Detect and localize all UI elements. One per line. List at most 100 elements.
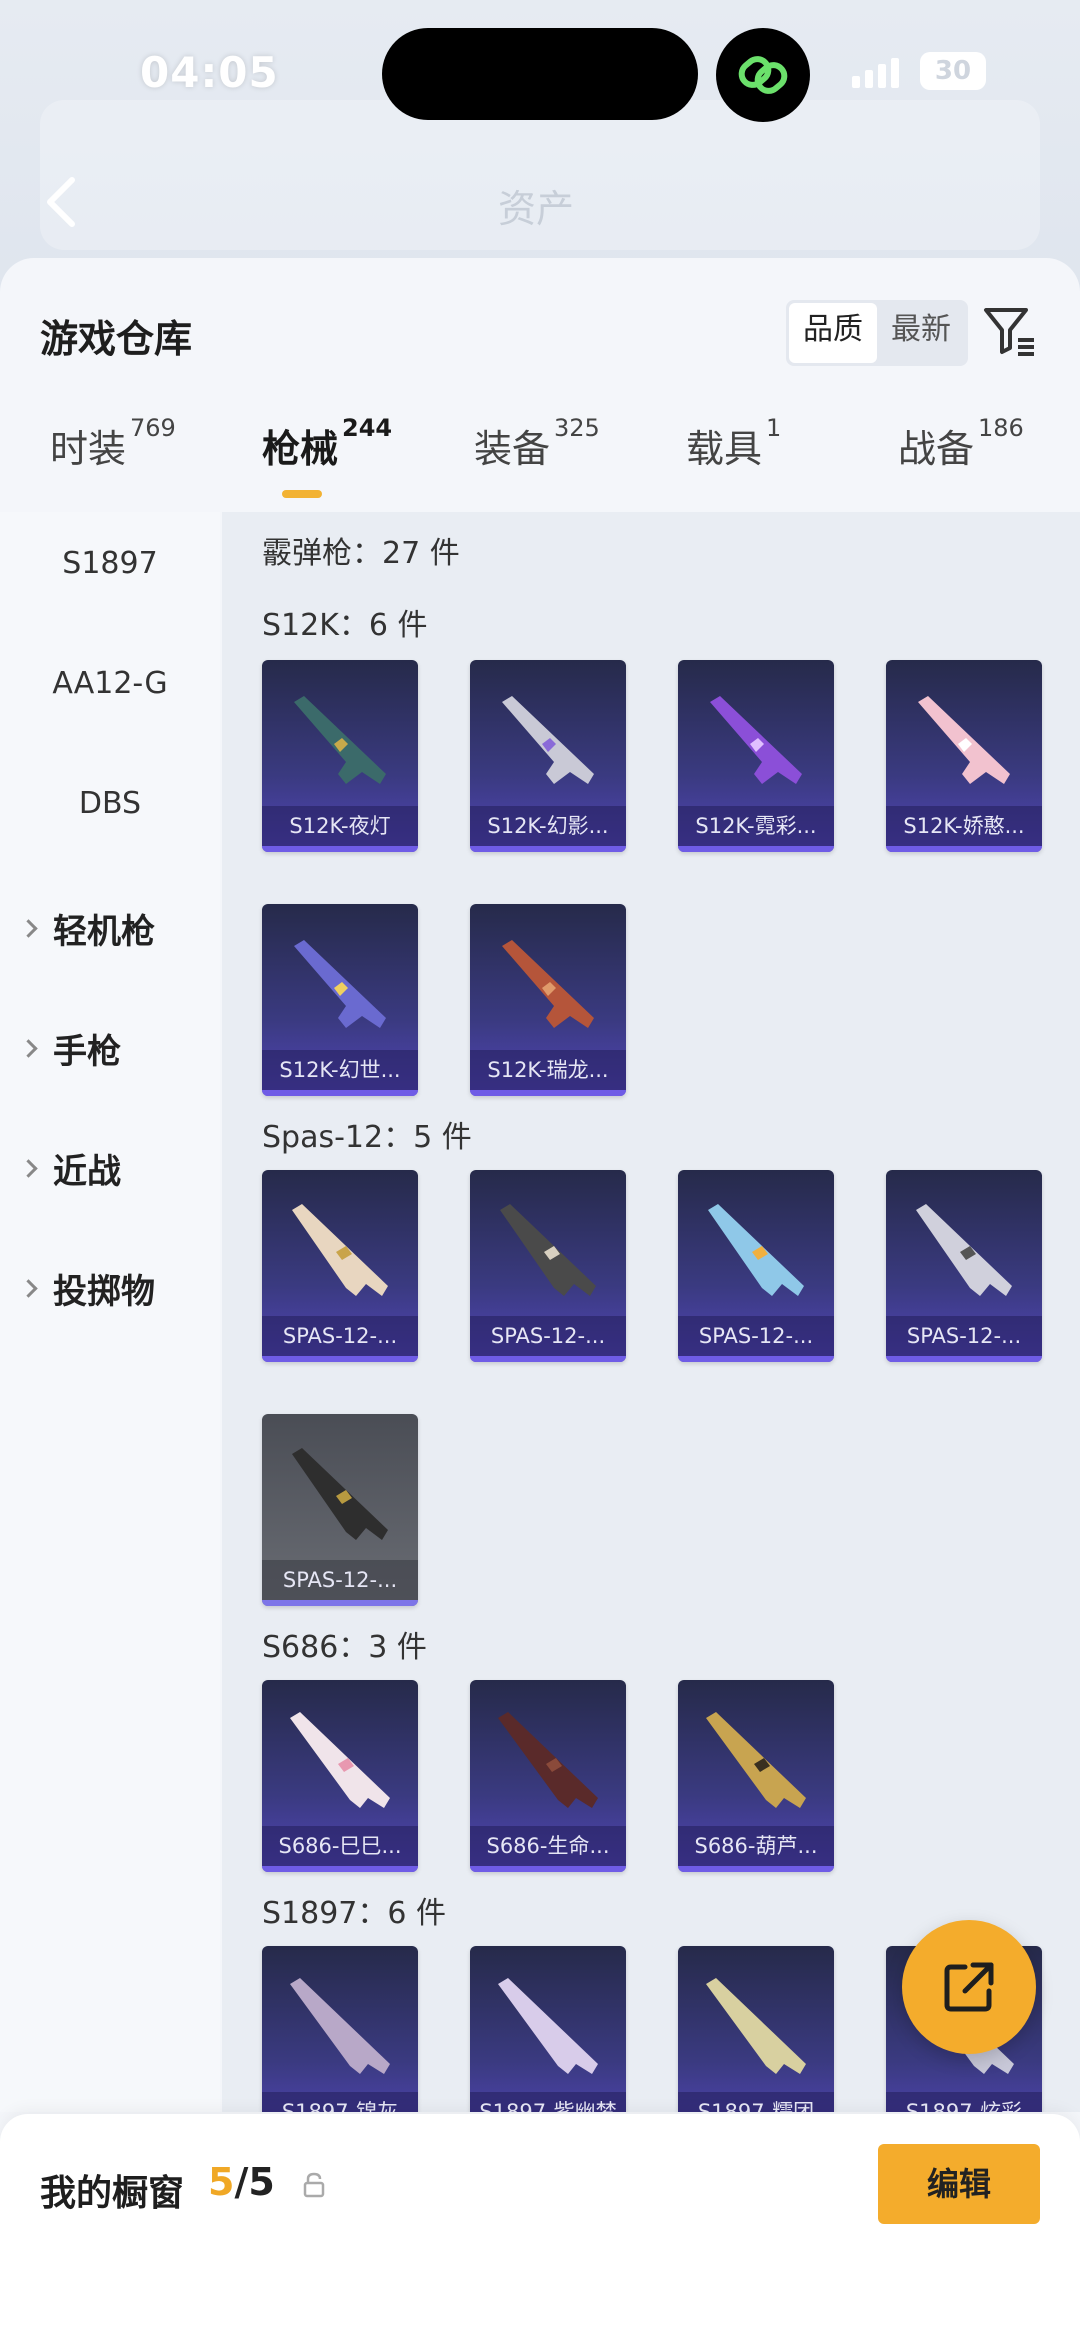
sort-latest-button[interactable]: 最新 <box>877 303 965 363</box>
sheet-title: 游戏仓库 <box>40 317 193 361</box>
group-title: S686：3 件 <box>262 1630 427 1665</box>
active-tab-indicator <box>282 490 322 498</box>
category-header: 霰弹枪：27 件 <box>262 536 460 571</box>
item-card[interactable]: SPAS-12-... <box>262 1170 418 1362</box>
rarity-bar <box>886 846 1042 852</box>
tab-count: 244 <box>342 414 393 442</box>
dynamic-island <box>382 28 698 120</box>
sidebar-item-dbs[interactable]: DBS <box>0 786 220 821</box>
sidebar-item-aa12g[interactable]: AA12-G <box>0 666 220 701</box>
tab-firearms[interactable]: 枪械 244 <box>262 414 392 473</box>
item-label: SPAS-12-... <box>470 1316 626 1356</box>
showcase-label: 我的橱窗 <box>40 2173 185 2214</box>
rarity-bar <box>470 1356 626 1362</box>
rarity-bar <box>262 1356 418 1362</box>
shotgun-skin-icon <box>294 696 386 784</box>
item-card[interactable]: S12K-娇憨... <box>886 660 1042 852</box>
lock-icon <box>303 2172 325 2198</box>
item-label: S1897-炫彩 <box>886 2092 1042 2112</box>
sidebar-category-throwable[interactable]: 投掷物 <box>19 1264 155 1313</box>
edit-button[interactable]: 编辑 <box>878 2144 1040 2224</box>
rarity-bar <box>262 1866 418 1872</box>
item-card[interactable]: S686-葫芦... <box>678 1680 834 1872</box>
shotgun-skin-icon <box>290 1712 390 1808</box>
filter-icon[interactable] <box>980 300 1040 360</box>
group-title: Spas-12：5 件 <box>262 1120 472 1155</box>
sidebar-category-melee[interactable]: 近战 <box>19 1144 121 1193</box>
item-label: S1897-锦灰 <box>262 2092 418 2112</box>
showcase-count-total: /5 <box>234 2160 275 2204</box>
tab-count: 1 <box>766 414 782 442</box>
showcase-count-current: 5 <box>208 2160 235 2204</box>
item-label: SPAS-12-... <box>886 1316 1042 1356</box>
sort-quality-button[interactable]: 品质 <box>789 303 877 363</box>
shotgun-skin-icon <box>708 1204 804 1296</box>
item-card[interactable]: SPAS-12-... <box>470 1170 626 1362</box>
rarity-bar <box>678 1866 834 1872</box>
item-label: S686-葫芦... <box>678 1826 834 1866</box>
item-card[interactable]: S12K-幻世... <box>262 904 418 1096</box>
item-card[interactable]: S1897-紫幽梦 <box>470 1946 626 2112</box>
tab-vehicles[interactable]: 载具 1 <box>686 414 781 473</box>
item-card[interactable]: SPAS-12-... <box>886 1170 1042 1362</box>
shotgun-skin-icon <box>500 1204 596 1296</box>
sidebar: S1897 AA12-G DBS 轻机枪 手枪 近战 投掷物 <box>0 512 220 2112</box>
item-card[interactable]: SPAS-12-... <box>262 1414 418 1606</box>
chevron-right-icon <box>19 1279 38 1298</box>
tab-equipment[interactable]: 装备 325 <box>474 414 600 473</box>
shotgun-skin-icon <box>918 696 1010 784</box>
nav-title: 资产 <box>498 187 575 231</box>
item-card[interactable]: S12K-夜灯 <box>262 660 418 852</box>
back-icon[interactable] <box>38 172 84 232</box>
group-title: S1897：6 件 <box>262 1896 447 1931</box>
rarity-bar <box>678 846 834 852</box>
rarity-bar <box>262 1600 418 1606</box>
rarity-bar <box>470 1866 626 1872</box>
share-button[interactable] <box>902 1920 1036 2054</box>
item-card[interactable]: SPAS-12-... <box>678 1170 834 1362</box>
item-label: S12K-幻世... <box>262 1050 418 1090</box>
tab-label: 战备 <box>898 427 975 471</box>
shotgun-skin-icon <box>706 1978 806 2074</box>
sort-toggle: 品质 最新 <box>786 300 968 366</box>
tab-count: 769 <box>130 414 176 442</box>
item-card[interactable]: S12K-幻影... <box>470 660 626 852</box>
rarity-bar <box>886 1356 1042 1362</box>
chevron-right-icon <box>19 1159 38 1178</box>
item-card[interactable]: S1897-锦灰 <box>262 1946 418 2112</box>
item-label: S12K-幻影... <box>470 806 626 846</box>
item-card[interactable]: S12K-瑞龙... <box>470 904 626 1096</box>
item-card[interactable]: S686-巳巳... <box>262 1680 418 1872</box>
chevron-right-icon <box>19 1039 38 1058</box>
item-card[interactable]: S1897-糯团 <box>678 1946 834 2112</box>
link-app-icon <box>716 28 810 122</box>
share-icon <box>944 1962 994 2012</box>
item-card[interactable]: S686-生命... <box>470 1680 626 1872</box>
tab-label: 时装 <box>50 427 127 471</box>
sidebar-category-label: 投掷物 <box>53 1272 155 1312</box>
item-card[interactable]: S12K-霓彩... <box>678 660 834 852</box>
tab-tactical[interactable]: 战备 186 <box>898 414 1024 473</box>
tab-count: 325 <box>554 414 600 442</box>
item-label: SPAS-12-... <box>262 1560 418 1600</box>
tab-label: 载具 <box>686 427 763 471</box>
status-time: 04:05 <box>140 48 279 97</box>
shotgun-skin-icon <box>502 940 594 1028</box>
shotgun-skin-icon <box>498 1978 598 2074</box>
tab-fashion[interactable]: 时装 769 <box>50 414 176 473</box>
item-label: S1897-糯团 <box>678 2092 834 2112</box>
shotgun-skin-icon <box>498 1712 598 1808</box>
signal-icon <box>852 56 899 88</box>
shotgun-skin-icon <box>706 1712 806 1808</box>
sidebar-category-label: 手枪 <box>53 1032 121 1072</box>
item-label: S12K-霓彩... <box>678 806 834 846</box>
item-grid: 霰弹枪：27 件 S12K：6 件 S12K-夜灯 S12K-幻影... S12… <box>222 512 1080 2112</box>
sidebar-item-s1897[interactable]: S1897 <box>0 546 220 581</box>
tab-label: 枪械 <box>262 427 339 471</box>
showcase-count: 5/5 <box>208 2160 275 2204</box>
sidebar-category-lmg[interactable]: 轻机枪 <box>19 904 155 953</box>
sidebar-category-pistol[interactable]: 手枪 <box>19 1024 121 1073</box>
item-label: S12K-夜灯 <box>262 806 418 846</box>
item-label: S12K-娇憨... <box>886 806 1042 846</box>
shotgun-skin-icon <box>292 1204 388 1296</box>
